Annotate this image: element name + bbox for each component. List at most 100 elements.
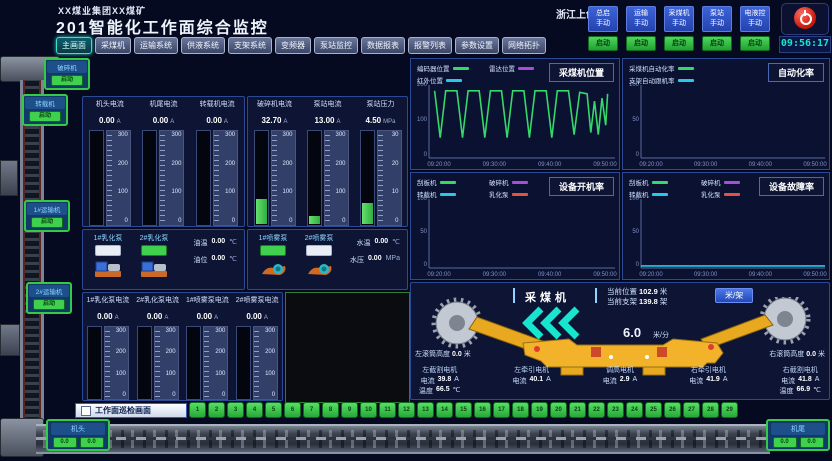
support-button-29[interactable]: 29: [721, 402, 738, 418]
legend-swatch: [518, 67, 534, 70]
motor-4: 右截割电机电流41.8A温度66.9℃: [780, 365, 822, 396]
gauge-tick: 300: [265, 328, 275, 334]
tab-4[interactable]: 支架系统: [228, 37, 272, 54]
x-tick-label: 09:20:00: [635, 162, 667, 168]
device-control-bar: 总启手动启动运输手动启动采煤机手动启动泵站手动启动电液控手动启动: [588, 6, 770, 51]
gauge-tick: 100: [166, 371, 176, 377]
support-button-24[interactable]: 24: [626, 402, 643, 418]
support-button-7[interactable]: 7: [303, 402, 320, 418]
rail-device-label: 2#运输机: [29, 285, 69, 297]
gauge-tick: 0: [124, 218, 127, 224]
emulsion-pump-icon: [93, 258, 123, 278]
legend-swatch: [512, 193, 528, 196]
tab-8[interactable]: 报警列表: [408, 37, 452, 54]
support-button-28[interactable]: 28: [702, 402, 719, 418]
tab-9[interactable]: 参数设置: [455, 37, 499, 54]
gauge-tick: 20: [392, 161, 399, 167]
legend-swatch: [724, 181, 740, 184]
motor-reading-label: 温度: [780, 386, 794, 396]
x-tick-label: 09:30:00: [478, 162, 510, 168]
rail-device-start-button[interactable]: 启动: [51, 75, 83, 86]
pump-indicator[interactable]: [306, 245, 332, 256]
rail-device-conveyor2: 2#运输机 启动: [26, 282, 72, 314]
control-group-3: 泵站手动启动: [702, 6, 732, 51]
support-button-6[interactable]: 6: [284, 402, 301, 418]
gauge-scale: 3002001000: [159, 130, 184, 226]
pump-indicator[interactable]: [95, 245, 121, 256]
tab-0[interactable]: 主画面: [56, 37, 92, 54]
conveyor-head-value: 0.0: [80, 437, 104, 448]
support-button-21[interactable]: 21: [569, 402, 586, 418]
rail-device-start-button[interactable]: 启动: [29, 111, 61, 122]
chart-panel-1: 采煤机自动化率支架自动跟机率自动化率10050009:20:0009:30:00…: [622, 58, 830, 170]
pump-indicator[interactable]: [141, 245, 167, 256]
support-button-26[interactable]: 26: [664, 402, 681, 418]
control-start-button[interactable]: 启动: [664, 36, 694, 51]
tab-6[interactable]: 泵站监控: [314, 37, 358, 54]
support-button-2[interactable]: 2: [208, 402, 225, 418]
support-button-1[interactable]: 1: [189, 402, 206, 418]
support-button-11[interactable]: 11: [379, 402, 396, 418]
power-button[interactable]: [781, 3, 829, 35]
support-button-15[interactable]: 15: [455, 402, 472, 418]
x-tick-label: 09:30:00: [690, 272, 722, 278]
control-group-0: 总启手动启动: [588, 6, 618, 51]
tab-1[interactable]: 采煤机: [95, 37, 131, 54]
support-button-17[interactable]: 17: [493, 402, 510, 418]
pump-unit: 1#喷雾泵: [250, 233, 296, 286]
control-start-button[interactable]: 启动: [702, 36, 732, 51]
support-button-27[interactable]: 27: [683, 402, 700, 418]
control-start-button[interactable]: 启动: [626, 36, 656, 51]
gauge-tick: 200: [215, 349, 225, 355]
emulsion-pump-icon: [139, 258, 169, 278]
gauge-body: 3002001000: [89, 130, 131, 226]
support-button-20[interactable]: 20: [550, 402, 567, 418]
support-button-25[interactable]: 25: [645, 402, 662, 418]
motor-reading: 电流2.9A: [603, 376, 637, 386]
pump-indicator[interactable]: [260, 245, 286, 256]
tab-5[interactable]: 变频器: [275, 37, 311, 54]
tab-3[interactable]: 供液系统: [181, 37, 225, 54]
control-device-name: 总启: [589, 9, 617, 19]
gauge-label: 泵站压力: [367, 99, 395, 109]
support-button-9[interactable]: 9: [341, 402, 358, 418]
legend-item: 采煤机自动化率: [629, 63, 779, 73]
support-button-23[interactable]: 23: [607, 402, 624, 418]
control-status: 总启手动: [588, 6, 618, 32]
gauge-value-row: 13.00A: [314, 110, 340, 128]
gauge-tick: 100: [116, 371, 126, 377]
support-button-13[interactable]: 13: [417, 402, 434, 418]
gauge-value-row: 4.50MPa: [366, 110, 396, 128]
rail-device-start-button[interactable]: 启动: [33, 299, 65, 310]
tab-7[interactable]: 数据报表: [361, 37, 405, 54]
support-button-18[interactable]: 18: [512, 402, 529, 418]
control-start-button[interactable]: 启动: [740, 36, 770, 51]
chart-title: 设备开机率: [549, 177, 614, 196]
power-stick: [804, 10, 806, 16]
legend-label: 支架自动跟机率: [629, 75, 675, 85]
bottom-gauge-2: 1#喷雾泵电流0.00A3002001000: [186, 295, 229, 400]
pump-label: 2#乳化泵: [131, 233, 177, 243]
support-button-4[interactable]: 4: [246, 402, 263, 418]
support-button-22[interactable]: 22: [588, 402, 605, 418]
chart-legend: 编码器位置雷达位置红外位置: [417, 63, 567, 87]
gauge-panel-pumpstation: 破碎机电流32.70A3002001000泵站电流13.00A300200100…: [247, 96, 408, 227]
tab-10[interactable]: 网络拓扑: [502, 37, 546, 54]
top-a-gauge-2: 转载机电流0.00A3002001000: [196, 99, 238, 226]
inspection-checkbox[interactable]: [81, 406, 91, 416]
support-button-10[interactable]: 10: [360, 402, 377, 418]
tab-2[interactable]: 运输系统: [134, 37, 178, 54]
rail-device-start-button[interactable]: 启动: [31, 217, 63, 228]
support-button-19[interactable]: 19: [531, 402, 548, 418]
support-button-3[interactable]: 3: [227, 402, 244, 418]
support-button-8[interactable]: 8: [322, 402, 339, 418]
support-button-5[interactable]: 5: [265, 402, 282, 418]
support-button-12[interactable]: 12: [398, 402, 415, 418]
video-feed-panel[interactable]: [285, 292, 410, 403]
spray-pump-icon: [258, 258, 288, 278]
control-start-button[interactable]: 启动: [588, 36, 618, 51]
support-button-16[interactable]: 16: [474, 402, 491, 418]
gauge-tube: [87, 326, 102, 400]
support-button-14[interactable]: 14: [436, 402, 453, 418]
pump-label: 2#喷雾泵: [296, 233, 342, 243]
